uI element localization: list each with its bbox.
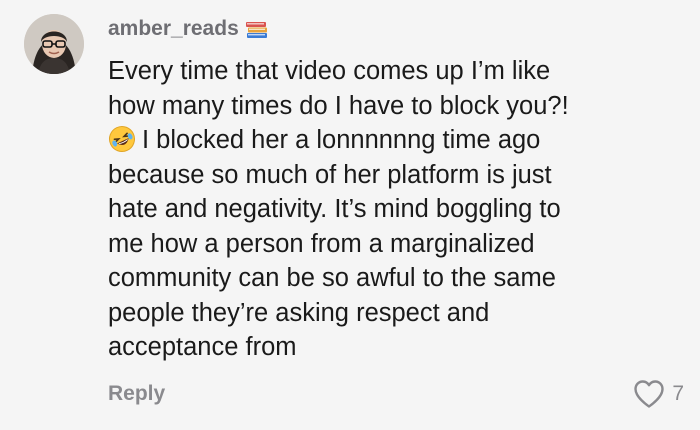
- reply-button[interactable]: Reply: [108, 382, 165, 406]
- comment-line: how many times do I have to block you?!: [108, 91, 569, 120]
- comment-line-with-emoji: I blocked her a lonnnnnng time ago: [108, 123, 688, 158]
- comment-line: Every time that video comes up I’m like: [108, 57, 551, 85]
- comment-line: me how a person from a marginalized: [108, 229, 535, 258]
- books-icon: [245, 18, 269, 40]
- avatar[interactable]: [24, 14, 84, 74]
- like-group: 7: [632, 378, 684, 410]
- comment-line-text: I blocked her a lonnnnnng time ago: [142, 126, 541, 154]
- comment-line: community can be so awful to the same: [108, 264, 556, 292]
- comment-line: hate and negativity. It’s mind boggling …: [108, 195, 561, 223]
- heart-outline-icon[interactable]: [632, 378, 666, 410]
- comment-line: acceptance from: [108, 333, 297, 361]
- comment-text: Every time that video comes up I’m like …: [108, 54, 688, 365]
- comment-line: people they’re asking respect and: [108, 298, 490, 327]
- rolling-laughing-face-icon: [108, 125, 136, 153]
- username[interactable]: amber_reads: [108, 17, 239, 41]
- like-count: 7: [672, 382, 684, 405]
- comment-card: amber_reads Every time that video comes …: [0, 0, 700, 430]
- username-row: amber_reads: [108, 16, 269, 42]
- comment-line: because so much of her platform is just: [108, 160, 552, 189]
- avatar-photo: [24, 14, 84, 74]
